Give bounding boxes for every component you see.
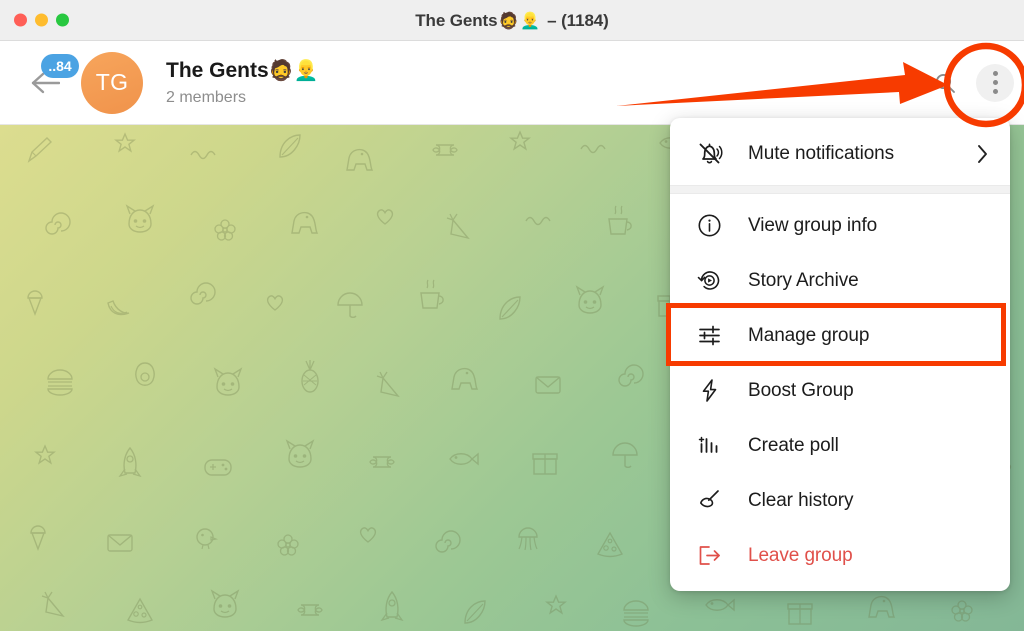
- menu-item-label: View group info: [748, 215, 877, 237]
- menu-separator: [670, 185, 1010, 194]
- search-button[interactable]: [926, 64, 964, 102]
- window-title-text: The Gents: [415, 11, 497, 31]
- story-archive-icon: [692, 264, 726, 298]
- member-count: 2 members: [166, 87, 319, 109]
- avatar-initials: TG: [96, 69, 129, 96]
- menu-item-label: Leave group: [748, 545, 853, 567]
- window-title-suffix: – (1184): [547, 11, 609, 31]
- menu-item-clear-history[interactable]: Clear history: [670, 473, 1010, 528]
- menu-item-label: Mute notifications: [748, 143, 894, 165]
- menu-item-view-group-info[interactable]: View group info: [670, 198, 1010, 253]
- more-options-button[interactable]: [976, 64, 1014, 102]
- broom-icon: [692, 484, 726, 518]
- more-vertical-icon: [993, 71, 998, 94]
- chat-header-actions: [926, 64, 1014, 102]
- window-title: The Gents 🧔 👱‍♂️ – (1184): [0, 0, 1024, 41]
- menu-item-create-poll[interactable]: Create poll: [670, 418, 1010, 473]
- exit-arrow-icon: [692, 539, 726, 573]
- lightning-bolt-icon: [692, 374, 726, 408]
- menu-item-label: Boost Group: [748, 380, 854, 402]
- chevron-right-icon: [972, 144, 992, 164]
- menu-item-label: Story Archive: [748, 270, 859, 292]
- bearded-person-emoji: 🧔: [269, 60, 294, 82]
- menu-item-boost-group[interactable]: Boost Group: [670, 363, 1010, 418]
- mute-bell-icon: [692, 137, 726, 171]
- menu-item-label: Clear history: [748, 490, 853, 512]
- menu-item-label: Create poll: [748, 435, 839, 457]
- group-title: The Gents🧔👱‍♂️: [166, 57, 319, 85]
- chat-header-text[interactable]: The Gents🧔👱‍♂️ 2 members: [166, 57, 319, 109]
- chat-header: ..84 TG The Gents🧔👱‍♂️ 2 members: [0, 41, 1024, 125]
- unread-count-badge: ..84: [41, 54, 79, 78]
- blond-man-emoji: 👱‍♂️: [294, 60, 319, 82]
- search-icon: [933, 71, 957, 95]
- bearded-person-emoji: 🧔: [498, 11, 518, 31]
- menu-item-story-archive[interactable]: Story Archive: [670, 253, 1010, 308]
- menu-item-mute-notifications[interactable]: Mute notifications: [670, 126, 1010, 181]
- poll-bars-icon: [692, 429, 726, 463]
- blond-man-emoji: 👱‍♂️: [520, 11, 540, 31]
- avatar[interactable]: TG: [81, 52, 143, 114]
- telegram-window: The Gents 🧔 👱‍♂️ – (1184) ..84 TG The Ge…: [0, 0, 1024, 631]
- info-circle-icon: [692, 209, 726, 243]
- menu-item-leave-group[interactable]: Leave group: [670, 528, 1010, 583]
- manage-group-highlight-annotation: [666, 303, 1006, 366]
- group-name: The Gents: [166, 59, 269, 82]
- window-titlebar: The Gents 🧔 👱‍♂️ – (1184): [0, 0, 1024, 41]
